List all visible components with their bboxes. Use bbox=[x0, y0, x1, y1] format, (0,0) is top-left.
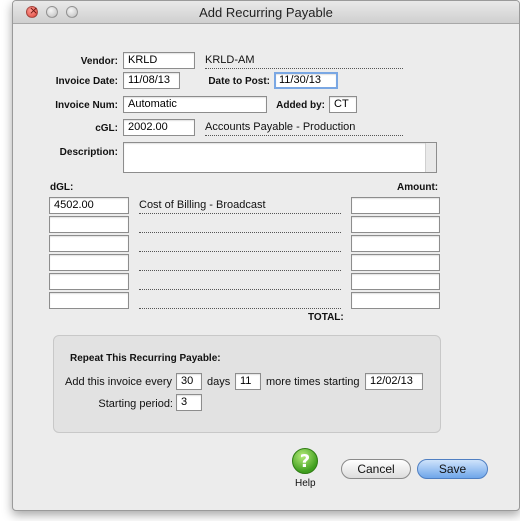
dgl-field[interactable] bbox=[49, 273, 129, 290]
cancel-button[interactable]: Cancel bbox=[341, 459, 411, 479]
dgl-field[interactable] bbox=[49, 292, 129, 309]
more-times-label: more times starting bbox=[266, 376, 360, 388]
amount-field[interactable] bbox=[351, 216, 440, 233]
dgl-field[interactable] bbox=[49, 254, 129, 271]
description-scrollbar[interactable] bbox=[425, 143, 436, 172]
dgl-description-underline bbox=[139, 251, 341, 252]
dgl-field[interactable] bbox=[49, 235, 129, 252]
window-title: Add Recurring Payable bbox=[199, 5, 333, 20]
date-to-post-label: Date to Post: bbox=[208, 76, 270, 87]
starting-period-field[interactable]: 3 bbox=[176, 394, 202, 411]
cgl-label: cGL: bbox=[95, 123, 118, 134]
every-days-field[interactable]: 30 bbox=[176, 373, 202, 390]
cgl-account-name: Accounts Payable - Production bbox=[205, 121, 356, 133]
dgl-description-underline bbox=[139, 213, 341, 214]
added-by-label: Added by: bbox=[276, 100, 325, 111]
dgl-column-header: dGL: bbox=[50, 182, 74, 193]
recurring-heading: Repeat This Recurring Payable: bbox=[70, 353, 221, 364]
invoice-num-field[interactable]: Automatic bbox=[123, 96, 267, 113]
amount-field[interactable] bbox=[351, 254, 440, 271]
amount-field[interactable] bbox=[351, 235, 440, 252]
starting-period-label: Starting period: bbox=[98, 398, 173, 410]
total-label: TOTAL: bbox=[308, 312, 344, 323]
dgl-field[interactable]: 4502.00 bbox=[49, 197, 129, 214]
title-bar[interactable]: Add Recurring Payable bbox=[13, 1, 519, 24]
dgl-description: Cost of Billing - Broadcast bbox=[139, 199, 266, 211]
description-label: Description: bbox=[59, 147, 118, 158]
amount-field[interactable] bbox=[351, 292, 440, 309]
question-mark-glyph: ? bbox=[299, 451, 311, 472]
dgl-description-underline bbox=[139, 289, 341, 290]
repeat-times-field[interactable]: 11 bbox=[235, 373, 261, 390]
added-by-field[interactable]: CT bbox=[329, 96, 357, 113]
invoice-date-field[interactable]: 11/08/13 bbox=[123, 72, 180, 89]
start-date-field[interactable]: 12/02/13 bbox=[365, 373, 423, 390]
dgl-description-underline bbox=[139, 308, 341, 309]
description-text bbox=[124, 143, 436, 147]
dgl-description-underline bbox=[139, 270, 341, 271]
cgl-name-underline bbox=[205, 135, 403, 136]
amount-field[interactable] bbox=[351, 273, 440, 290]
vendor-field[interactable]: KRLD bbox=[123, 52, 195, 69]
invoice-num-label: Invoice Num: bbox=[55, 100, 118, 111]
invoice-date-label: Invoice Date: bbox=[55, 76, 118, 87]
date-to-post-field[interactable]: 11/30/13 bbox=[274, 72, 338, 89]
amount-field[interactable] bbox=[351, 197, 440, 214]
help-icon[interactable]: ? bbox=[292, 448, 318, 474]
dgl-field[interactable] bbox=[49, 216, 129, 233]
save-button[interactable]: Save bbox=[417, 459, 488, 479]
vendor-name-underline bbox=[205, 68, 403, 69]
amount-column-header: Amount: bbox=[397, 182, 439, 193]
vendor-label: Vendor: bbox=[80, 56, 118, 67]
description-textarea[interactable] bbox=[123, 142, 437, 173]
help-label[interactable]: Help bbox=[295, 478, 316, 489]
dialog-window: Add Recurring Payable Vendor: KRLD KRLD-… bbox=[12, 0, 520, 511]
dgl-description-underline bbox=[139, 232, 341, 233]
days-label: days bbox=[207, 376, 231, 388]
cgl-field[interactable]: 2002.00 bbox=[123, 119, 195, 136]
add-every-label: Add this invoice every bbox=[65, 376, 172, 388]
vendor-name: KRLD-AM bbox=[205, 54, 255, 66]
